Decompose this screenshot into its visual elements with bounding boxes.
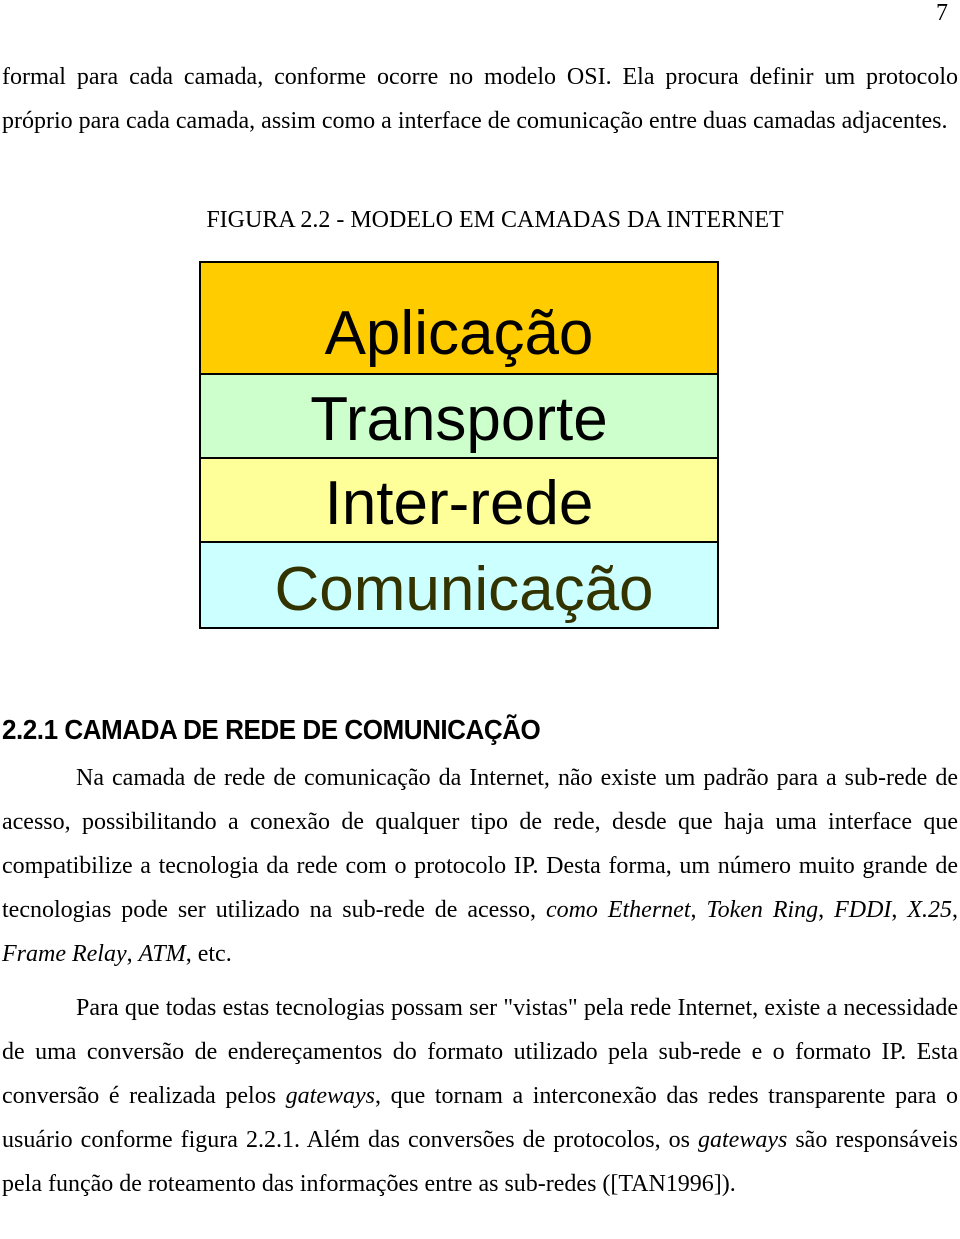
italic-term: Frame Relay: [2, 941, 127, 967]
page-number: 7: [936, 0, 948, 26]
layer-communication: Comunicação: [201, 543, 717, 627]
separator: ,: [891, 897, 908, 923]
separator: ,: [690, 897, 707, 923]
layer-label: Inter-rede: [324, 469, 594, 538]
section-paragraph-2: Para que todas estas tecnologias possam …: [2, 986, 958, 1206]
italic-term: gateways: [698, 1127, 788, 1153]
internet-layer-model-figure: Aplicação Transporte Inter-rede Comunica…: [199, 261, 719, 629]
italic-term: gateways: [285, 1083, 375, 1109]
layer-label: Aplicação: [324, 299, 594, 368]
separator: ,: [818, 897, 835, 923]
separator: ,: [126, 941, 139, 967]
italic-term: como Ethernet: [545, 897, 691, 923]
italic-term: ATM: [138, 941, 186, 967]
section-paragraph-1: Na camada de rede de comunicação da Inte…: [2, 756, 958, 976]
layer-transport: Transporte: [201, 375, 717, 459]
intro-paragraph: formal para cada camada, conforme ocorre…: [2, 64, 958, 134]
text: , etc.: [185, 941, 232, 967]
italic-term: FDDI: [834, 897, 892, 923]
italic-term: X.25: [907, 897, 953, 923]
layer-application: Aplicação: [201, 263, 717, 375]
italic-term: Token Ring: [706, 897, 819, 923]
figure-caption: FIGURA 2.2 - MODELO EM CAMADAS DA INTERN…: [206, 207, 784, 233]
layer-label: Comunicação: [274, 555, 654, 624]
section-heading: 2.2.1 CAMADA DE REDE DE COMUNICAÇÃO: [2, 714, 541, 745]
layer-internet: Inter-rede: [201, 459, 717, 543]
layer-label: Transporte: [310, 385, 608, 454]
separator: ,: [952, 897, 959, 923]
